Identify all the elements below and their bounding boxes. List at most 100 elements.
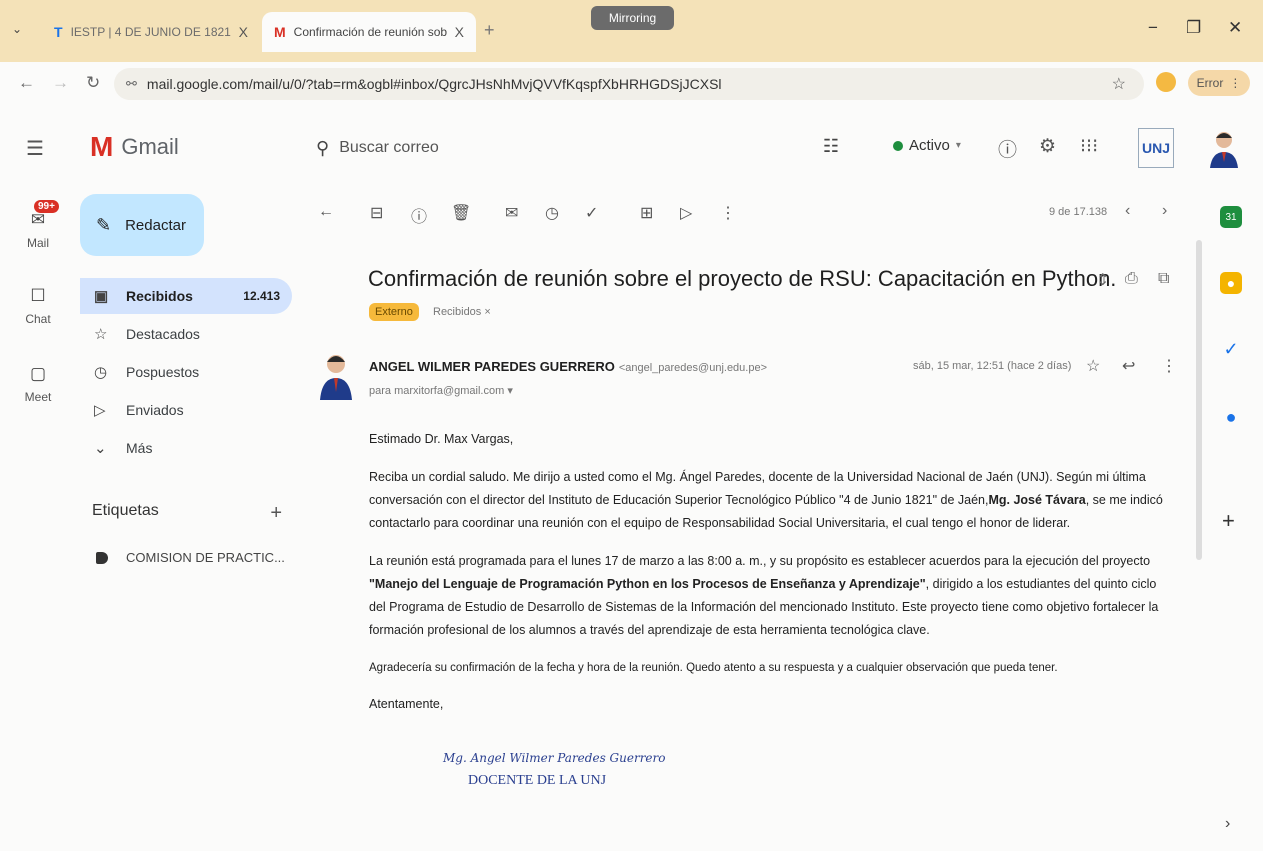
label-item[interactable]: COMISION DE PRACTIC... <box>96 550 285 565</box>
message-more-icon[interactable]: ⋮ <box>1161 356 1177 376</box>
status-label: Activo <box>909 137 950 154</box>
back-to-inbox-icon[interactable]: ← <box>318 203 334 221</box>
forward-icon[interactable]: → <box>52 73 69 93</box>
show-side-panel-icon[interactable]: › <box>1225 815 1230 833</box>
add-task-icon[interactable]: ✓ <box>585 203 598 223</box>
paragraph-2-bold: "Manejo del Lenguaje de Programación Pyt… <box>369 577 926 591</box>
nav-label: Enviados <box>126 402 184 418</box>
tab-close-icon[interactable]: X <box>239 24 248 40</box>
tab-iestp[interactable]: T IESTP | 4 DE JUNIO DE 1821 X <box>42 12 260 52</box>
star-message-icon[interactable]: ☆ <box>1086 356 1100 376</box>
chat-icon: ☐ <box>30 286 46 305</box>
new-tab-button[interactable]: + <box>484 20 495 41</box>
error-label: Error <box>1196 76 1224 90</box>
chevron-down-icon: ⌄ <box>94 440 107 457</box>
report-spam-icon[interactable]: ⓘ <box>411 203 427 227</box>
close-window-icon[interactable]: ✕ <box>1228 18 1242 38</box>
print-icon[interactable]: ⎙ <box>1125 270 1138 288</box>
archive-icon[interactable]: ⊟ <box>370 203 383 223</box>
external-badge: Externo <box>369 303 419 321</box>
tab-gmail[interactable]: M Confirmación de reunión sobre X <box>262 12 476 52</box>
label-icon[interactable]: ▷ <box>680 203 692 223</box>
more-options-icon[interactable]: ⋮ <box>720 203 736 223</box>
expand-all-icon[interactable]: ⇕ <box>1096 270 1109 290</box>
tab-close-icon[interactable]: X <box>455 24 464 40</box>
rail-label: Chat <box>25 312 51 326</box>
clock-icon: ◷ <box>94 364 108 381</box>
keep-icon[interactable]: ● <box>1220 272 1242 294</box>
nav-label: Destacados <box>126 326 200 342</box>
message-date: sáb, 15 mar, 12:51 (hace 2 días) <box>913 360 1072 372</box>
rail-chat[interactable]: ☐ Chat <box>14 286 62 326</box>
mail-icon: ✉ <box>30 210 46 229</box>
search-bar[interactable]: ⚲ ☷ <box>308 126 863 170</box>
newer-icon[interactable]: ‹ <box>1125 202 1130 220</box>
restore-icon[interactable]: ❐ <box>1186 18 1201 38</box>
paragraph-2: La reunión está programada para el lunes… <box>369 550 1169 642</box>
gmail-logo[interactable]: M Gmail <box>90 131 179 163</box>
nav-item-more[interactable]: ⌄ Más <box>80 430 292 466</box>
labels-heading: Etiquetas <box>92 502 159 519</box>
mirroring-badge: Mirroring <box>591 6 674 30</box>
compose-button[interactable]: ✎ Redactar <box>80 194 204 256</box>
reload-icon[interactable]: ↻ <box>86 73 100 93</box>
kebab-menu-icon: ⋮ <box>1229 76 1242 90</box>
nav-item-snoozed[interactable]: ◷ Pospuestos <box>80 354 292 390</box>
account-avatar[interactable] <box>1208 128 1240 168</box>
contacts-icon[interactable]: ● <box>1220 406 1242 428</box>
nav-item-inbox[interactable]: ▣ Recibidos 12.413 <box>80 278 292 314</box>
open-new-window-icon[interactable]: ⧉ <box>1158 270 1169 288</box>
search-options-icon[interactable]: ☷ <box>823 136 839 157</box>
sender-avatar <box>320 355 352 400</box>
status-selector[interactable]: Activo ▾ <box>893 137 961 154</box>
gmail-m-icon: M <box>90 131 114 162</box>
minimize-icon[interactable]: − <box>1148 18 1158 38</box>
nav-item-sent[interactable]: ▷ Enviados <box>80 392 292 428</box>
signature-name: Mg. Angel Wilmer Paredes Guerrero <box>443 751 666 765</box>
app-name: Gmail <box>121 134 179 159</box>
gear-icon[interactable]: ⚙ <box>1039 135 1056 158</box>
back-icon[interactable]: ← <box>18 73 35 93</box>
snooze-icon[interactable]: ◷ <box>545 203 559 223</box>
address-bar[interactable]: ⚯ mail.google.com/mail/u/0/?tab=rm&ogbl#… <box>114 68 1144 100</box>
error-button[interactable]: Error ⋮ <box>1188 70 1250 96</box>
star-icon: ☆ <box>94 326 108 343</box>
inbox-label-chip[interactable]: Recibidos × <box>433 306 491 318</box>
nav-label: Pospuestos <box>126 364 200 380</box>
organization-logo[interactable]: UNJ <box>1138 128 1174 168</box>
main-menu-icon[interactable]: ☰ <box>26 136 44 161</box>
scrollbar[interactable] <box>1196 240 1202 560</box>
older-icon[interactable]: › <box>1162 202 1167 220</box>
pagination-text: 9 de 17.138 <box>1049 206 1108 218</box>
tasks-icon[interactable]: ✓ <box>1220 338 1242 360</box>
help-icon[interactable]: ⓘ <box>998 135 1017 162</box>
labels-header: Etiquetas + <box>92 502 282 525</box>
delete-icon[interactable]: 🗑 <box>451 203 471 223</box>
search-icon[interactable]: ⚲ <box>316 138 329 159</box>
move-to-icon[interactable]: ⊞ <box>640 203 653 223</box>
search-input[interactable] <box>339 139 760 157</box>
label-name: COMISION DE PRACTIC... <box>126 550 285 565</box>
nav-item-starred[interactable]: ☆ Destacados <box>80 316 292 352</box>
bookmark-star-icon[interactable]: ☆ <box>1112 74 1126 94</box>
label-tag-icon <box>96 551 108 564</box>
mark-unread-icon[interactable]: ✉ <box>505 203 518 223</box>
site-settings-icon[interactable]: ⚯ <box>126 76 137 92</box>
add-label-icon[interactable]: + <box>270 502 282 525</box>
get-addons-icon[interactable]: + <box>1222 508 1235 534</box>
reply-icon[interactable]: ↩ <box>1122 356 1135 376</box>
rail-meet[interactable]: ▢ Meet <box>14 364 62 404</box>
calendar-icon[interactable]: 31 <box>1220 206 1242 228</box>
paragraph-1-bold: Mg. José Távara <box>988 493 1086 507</box>
recipient-line[interactable]: para marxitorfa@gmail.com ▾ <box>369 384 513 397</box>
rail-mail[interactable]: ✉ Mail <box>14 210 62 250</box>
profile-icon[interactable] <box>1156 72 1176 92</box>
tab-search-icon[interactable]: ⌄ <box>12 22 22 36</box>
inbox-count: 12.413 <box>243 289 280 303</box>
apps-grid-icon[interactable]: ⁝⁝⁝ <box>1080 135 1098 158</box>
paragraph-2-a: La reunión está programada para el lunes… <box>369 554 1151 568</box>
nav-label: Más <box>126 440 153 456</box>
sender-email: <angel_paredes@unj.edu.pe> <box>618 362 768 374</box>
meet-icon: ▢ <box>29 364 47 383</box>
url-text: mail.google.com/mail/u/0/?tab=rm&ogbl#in… <box>146 76 722 92</box>
